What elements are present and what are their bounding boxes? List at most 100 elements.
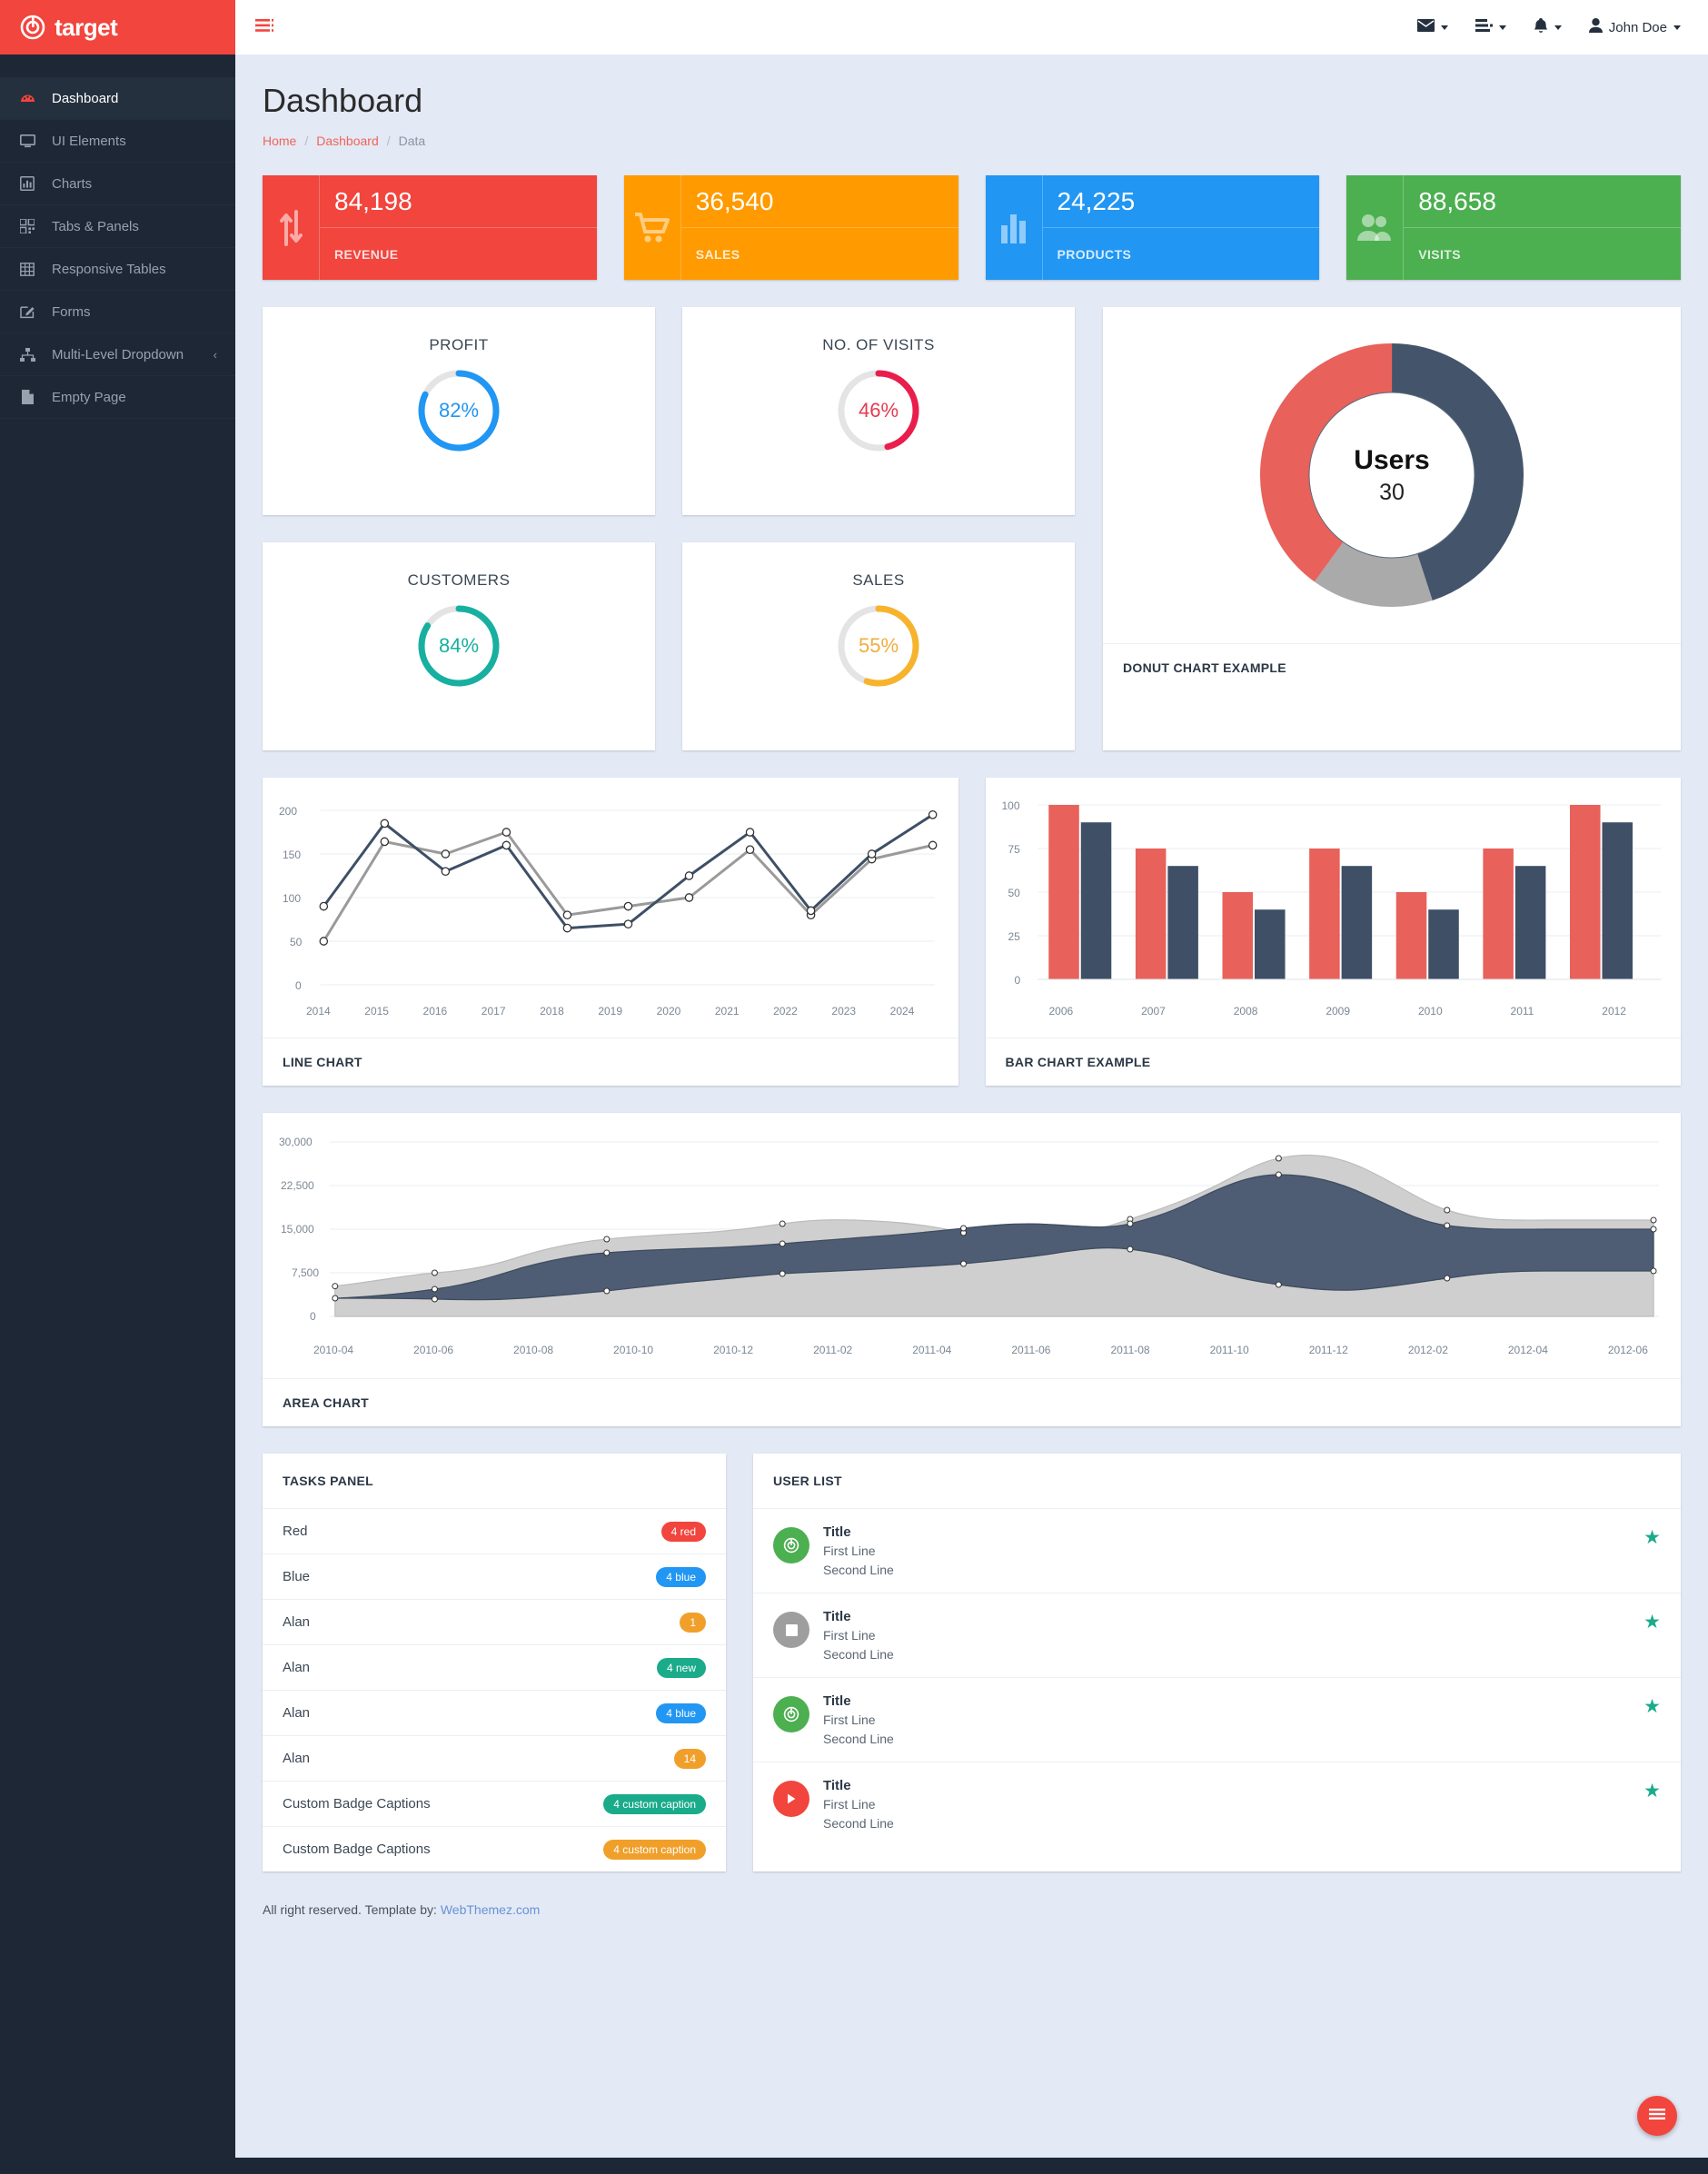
speedometer-icon xyxy=(18,91,36,106)
stat-card-visits[interactable]: 88,658 VISITS xyxy=(1346,175,1681,280)
chevron-left-icon[interactable]: ‹ xyxy=(214,348,217,362)
task-row[interactable]: Alan 1 xyxy=(263,1599,726,1644)
task-row[interactable]: Custom Badge Captions 4 custom caption xyxy=(263,1781,726,1826)
messages-menu[interactable] xyxy=(1416,19,1448,35)
task-row[interactable]: Alan 4 blue xyxy=(263,1690,726,1735)
list-item-line1: First Line xyxy=(823,1712,876,1727)
notifications-menu[interactable] xyxy=(1534,17,1562,37)
list-item[interactable]: Title First Line Second Line ★ xyxy=(753,1762,1681,1846)
task-row[interactable]: Alan 14 xyxy=(263,1735,726,1781)
star-icon[interactable]: ★ xyxy=(1643,1695,1661,1718)
sidebar-item-ui-elements[interactable]: UI Elements xyxy=(0,120,235,163)
sidebar-item-label: Dashboard xyxy=(52,90,119,106)
exchange-arrows-icon xyxy=(263,175,319,280)
x-tick: 2012-06 xyxy=(1607,1344,1648,1356)
stat-cards: 84,198 REVENUE 36,540 SALES 24,225 PRODU… xyxy=(263,175,1681,280)
list-item-text: Title First Line Second Line xyxy=(823,1609,1630,1662)
footer-link[interactable]: WebThemez.com xyxy=(441,1902,540,1917)
area-chart-footer: AREA CHART xyxy=(263,1378,1681,1426)
gauge-card-profit[interactable]: PROFIT 82% xyxy=(263,307,655,515)
star-icon[interactable]: ★ xyxy=(1643,1526,1661,1549)
bar-chart[interactable]: 100 75 50 25 0 2006 2007 2008 2009 2010 201… xyxy=(986,778,1682,1018)
sidebar-item-empty-page[interactable]: Empty Page xyxy=(0,376,235,419)
footer-text: All right reserved. Template by: xyxy=(263,1902,437,1917)
line-chart[interactable]: 200 150 100 50 0 2014 2015 2016 2017 2018 2… xyxy=(263,778,958,1018)
gauge-title: SALES xyxy=(852,571,905,589)
play-icon xyxy=(773,1781,809,1817)
task-row[interactable]: Blue 4 blue xyxy=(263,1554,726,1599)
sidebar-item-charts[interactable]: Charts xyxy=(0,163,235,205)
bar-chart-footer: BAR CHART EXAMPLE xyxy=(985,1037,1681,1086)
list-item-line1: First Line xyxy=(823,1628,876,1643)
target-logo-icon xyxy=(20,15,45,40)
task-row[interactable]: Custom Badge Captions 4 custom caption xyxy=(263,1826,726,1871)
x-tick: 2011-12 xyxy=(1308,1344,1348,1356)
stat-value: 88,658 xyxy=(1418,186,1496,215)
gauge-card-sales[interactable]: SALES 55% xyxy=(682,542,1075,750)
stat-card-body: 88,658 VISITS xyxy=(1403,175,1681,280)
task-badge: 4 blue xyxy=(656,1702,706,1723)
stat-label: PRODUCTS xyxy=(1042,227,1320,280)
sidebar-item-label: Empty Page xyxy=(52,389,126,405)
breadcrumb-dashboard[interactable]: Dashboard xyxy=(316,134,379,148)
star-icon[interactable]: ★ xyxy=(1643,1611,1661,1633)
area-chart-x-axis: 2010-04 2010-06 2010-08 2010-10 2010-12 201… xyxy=(313,1344,1648,1356)
stat-card-products[interactable]: 24,225 PRODUCTS xyxy=(985,175,1320,280)
gauge-card-no-of-visits[interactable]: NO. OF VISITS 46% xyxy=(682,307,1075,515)
floating-action-button[interactable] xyxy=(1637,2096,1677,2136)
list-item[interactable]: Title First Line Second Line ★ xyxy=(753,1593,1681,1677)
gauge-customers: 84% xyxy=(415,602,502,690)
sidebar-item-dashboard[interactable]: Dashboard xyxy=(0,77,235,120)
area-chart[interactable]: 30,000 22,500 15,000 7,500 0 2010-04 2010… xyxy=(263,1113,1681,1356)
list-item[interactable]: Title First Line Second Line ★ xyxy=(753,1677,1681,1762)
chevron-down-icon xyxy=(1554,25,1562,30)
stop-icon xyxy=(773,1612,809,1648)
x-tick: 2010-06 xyxy=(413,1344,454,1356)
x-tick: 2011-04 xyxy=(912,1344,952,1356)
star-icon[interactable]: ★ xyxy=(1643,1780,1661,1802)
breadcrumb-separator: / xyxy=(386,134,391,148)
desktop-icon xyxy=(18,134,36,148)
file-icon xyxy=(18,390,36,404)
donut-chart[interactable]: Users 30 xyxy=(1103,307,1681,643)
task-badge: 4 new xyxy=(656,1657,706,1678)
user-list-title: USER LIST xyxy=(773,1474,842,1488)
task-row[interactable]: Red 4 red xyxy=(263,1508,726,1554)
gauge-grid: PROFIT 82% NO. OF VISITS 46% CUSTOMERS 8… xyxy=(263,307,1076,750)
tasks-menu[interactable] xyxy=(1475,19,1506,35)
brand-name: target xyxy=(55,13,118,41)
sidebar-item-label: Tabs & Panels xyxy=(52,218,139,234)
tasks-and-users-row: TASKS PANEL Red 4 red Blue 4 blue Alan 1… xyxy=(263,1454,1681,1871)
sidebar-item-tabs-panels[interactable]: Tabs & Panels xyxy=(0,205,235,248)
sidebar-item-forms[interactable]: Forms xyxy=(0,291,235,333)
list-item[interactable]: Title First Line Second Line ★ xyxy=(753,1508,1681,1593)
menu-icon xyxy=(1649,2108,1665,2124)
sidebar-item-multi-level-dropdown[interactable]: Multi-Level Dropdown ‹ xyxy=(0,333,235,376)
stat-card-body: 24,225 PRODUCTS xyxy=(1041,175,1320,280)
donut-chart-panel: Users 30 DONUT CHART EXAMPLE xyxy=(1103,307,1681,750)
x-tick: 2010-08 xyxy=(513,1344,554,1356)
task-badge: 4 custom caption xyxy=(603,1793,706,1814)
brand-logo[interactable]: target xyxy=(0,0,235,55)
bar-chart-icon xyxy=(986,175,1042,280)
x-tick: 2010-10 xyxy=(613,1344,654,1356)
breadcrumb-home[interactable]: Home xyxy=(263,134,296,148)
hamburger-icon[interactable] xyxy=(255,18,273,36)
stat-card-sales[interactable]: 36,540 SALES xyxy=(623,175,958,280)
area-chart-panel: 30,000 22,500 15,000 7,500 0 2010-04 2010… xyxy=(263,1113,1681,1426)
list-item-line2: Second Line xyxy=(823,1647,894,1662)
x-tick: 2007 xyxy=(1141,1005,1166,1018)
sidebar-item-responsive-tables[interactable]: Responsive Tables xyxy=(0,248,235,291)
sidebar-item-label: Charts xyxy=(52,175,93,192)
shopping-cart-icon xyxy=(624,175,680,280)
user-menu[interactable]: John Doe xyxy=(1588,18,1681,36)
task-label: Blue xyxy=(283,1569,311,1584)
stat-card-revenue[interactable]: 84,198 REVENUE xyxy=(263,175,597,280)
bar-chart-x-axis: 2006 2007 2008 2009 2010 2011 2012 xyxy=(1002,1005,1665,1018)
gauge-value: 46% xyxy=(858,399,899,422)
gauge-card-customers[interactable]: CUSTOMERS 84% xyxy=(263,542,655,750)
tasks-panel-title: TASKS PANEL xyxy=(283,1474,374,1488)
x-tick: 2009 xyxy=(1326,1005,1351,1018)
task-row[interactable]: Alan 4 new xyxy=(263,1644,726,1690)
topbar-actions: John Doe xyxy=(1416,17,1708,37)
